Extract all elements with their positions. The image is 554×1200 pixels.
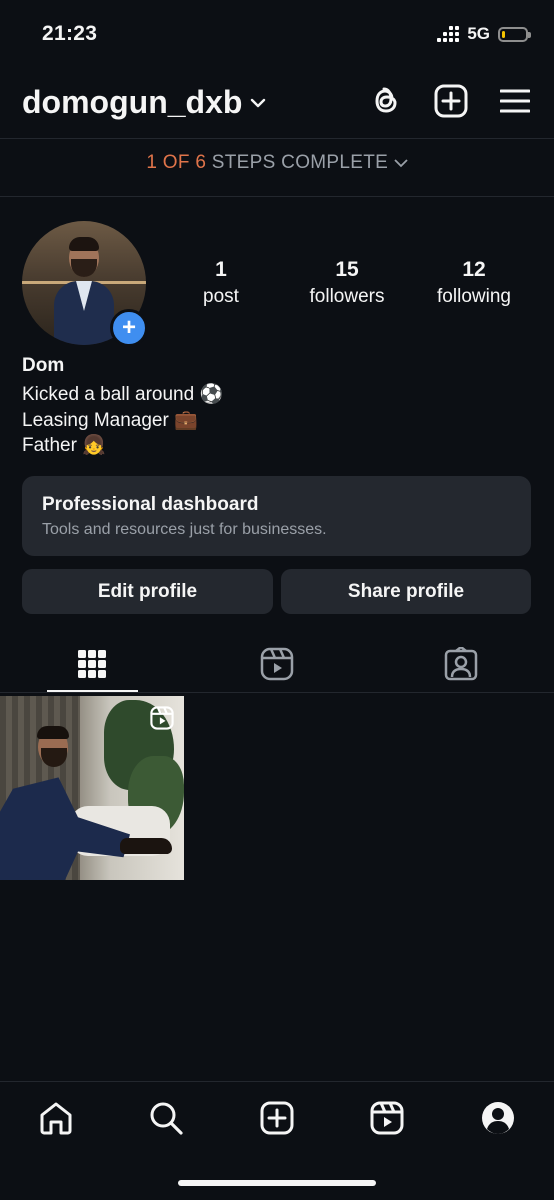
stat-value: 15	[335, 258, 359, 281]
bio-line: Leasing Manager 💼	[22, 408, 198, 431]
steps-progress[interactable]: 1 OF 6 STEPS COMPLETE	[0, 152, 554, 174]
nav-home[interactable]	[36, 1098, 76, 1138]
stat-label: post	[203, 286, 239, 307]
home-indicator[interactable]	[178, 1180, 376, 1186]
stat-label: following	[437, 286, 511, 307]
status-indicators: 5G	[437, 24, 531, 44]
tab-grid[interactable]	[62, 644, 122, 684]
steps-divider	[0, 196, 554, 197]
nav-divider	[0, 1081, 554, 1082]
home-icon	[40, 1102, 72, 1135]
girl-icon: 👧	[82, 434, 106, 456]
post-thumbnail[interactable]	[0, 696, 184, 880]
signal-icon	[437, 26, 460, 42]
stat-followers[interactable]: 15 followers	[287, 258, 407, 308]
steps-label: STEPS COMPLETE	[211, 152, 389, 173]
chevron-down-icon	[251, 98, 266, 107]
nav-profile[interactable]	[478, 1098, 518, 1138]
new-post-icon[interactable]	[434, 84, 468, 118]
avatar[interactable]: +	[22, 221, 148, 347]
stat-value: 12	[462, 258, 486, 281]
menu-icon[interactable]	[500, 88, 530, 114]
dashboard-title: Professional dashboard	[42, 494, 259, 515]
network-label: 5G	[467, 24, 490, 43]
bio-line: Father 👧	[22, 434, 106, 456]
grid-icon	[78, 650, 106, 678]
nav-create[interactable]	[257, 1098, 297, 1138]
reel-badge-icon	[150, 706, 174, 730]
tabs-divider	[0, 692, 554, 693]
tagged-icon	[444, 647, 478, 681]
profile-icon	[482, 1102, 514, 1134]
stat-value: 1	[215, 258, 227, 281]
status-time: 21:23	[42, 22, 98, 45]
dashboard-subtitle: Tools and resources just for businesses.	[42, 521, 327, 538]
username-switcher[interactable]: domogun_dxb	[22, 84, 266, 121]
add-story-icon[interactable]: +	[110, 309, 148, 347]
bio: Kicked a ball around ⚽ Leasing Manager 💼…	[22, 382, 223, 459]
share-profile-button[interactable]: Share profile	[281, 569, 531, 614]
chevron-down-icon	[394, 159, 408, 168]
threads-icon[interactable]	[370, 84, 402, 118]
reels-icon	[370, 1101, 404, 1135]
nav-reels[interactable]	[367, 1098, 407, 1138]
nav-search[interactable]	[146, 1098, 186, 1138]
username: domogun_dxb	[22, 84, 243, 120]
bio-line: Kicked a ball around ⚽	[22, 383, 224, 405]
display-name: Dom	[22, 355, 65, 376]
create-icon	[260, 1101, 294, 1135]
steps-count: 1 OF 6	[146, 152, 207, 173]
professional-dashboard-card[interactable]: Professional dashboard Tools and resourc…	[22, 476, 531, 556]
stat-label: followers	[309, 286, 385, 307]
stat-following[interactable]: 12 following	[414, 258, 534, 308]
tab-tagged[interactable]	[431, 644, 491, 684]
search-icon	[150, 1102, 183, 1135]
briefcase-icon: 💼	[174, 408, 198, 431]
soccer-ball-icon: ⚽	[199, 383, 224, 405]
battery-icon	[498, 26, 531, 42]
reels-icon	[260, 647, 294, 681]
header-divider	[0, 138, 554, 139]
stat-posts[interactable]: 1 post	[161, 258, 281, 308]
tab-reels[interactable]	[247, 644, 307, 684]
edit-profile-button[interactable]: Edit profile	[22, 569, 273, 614]
